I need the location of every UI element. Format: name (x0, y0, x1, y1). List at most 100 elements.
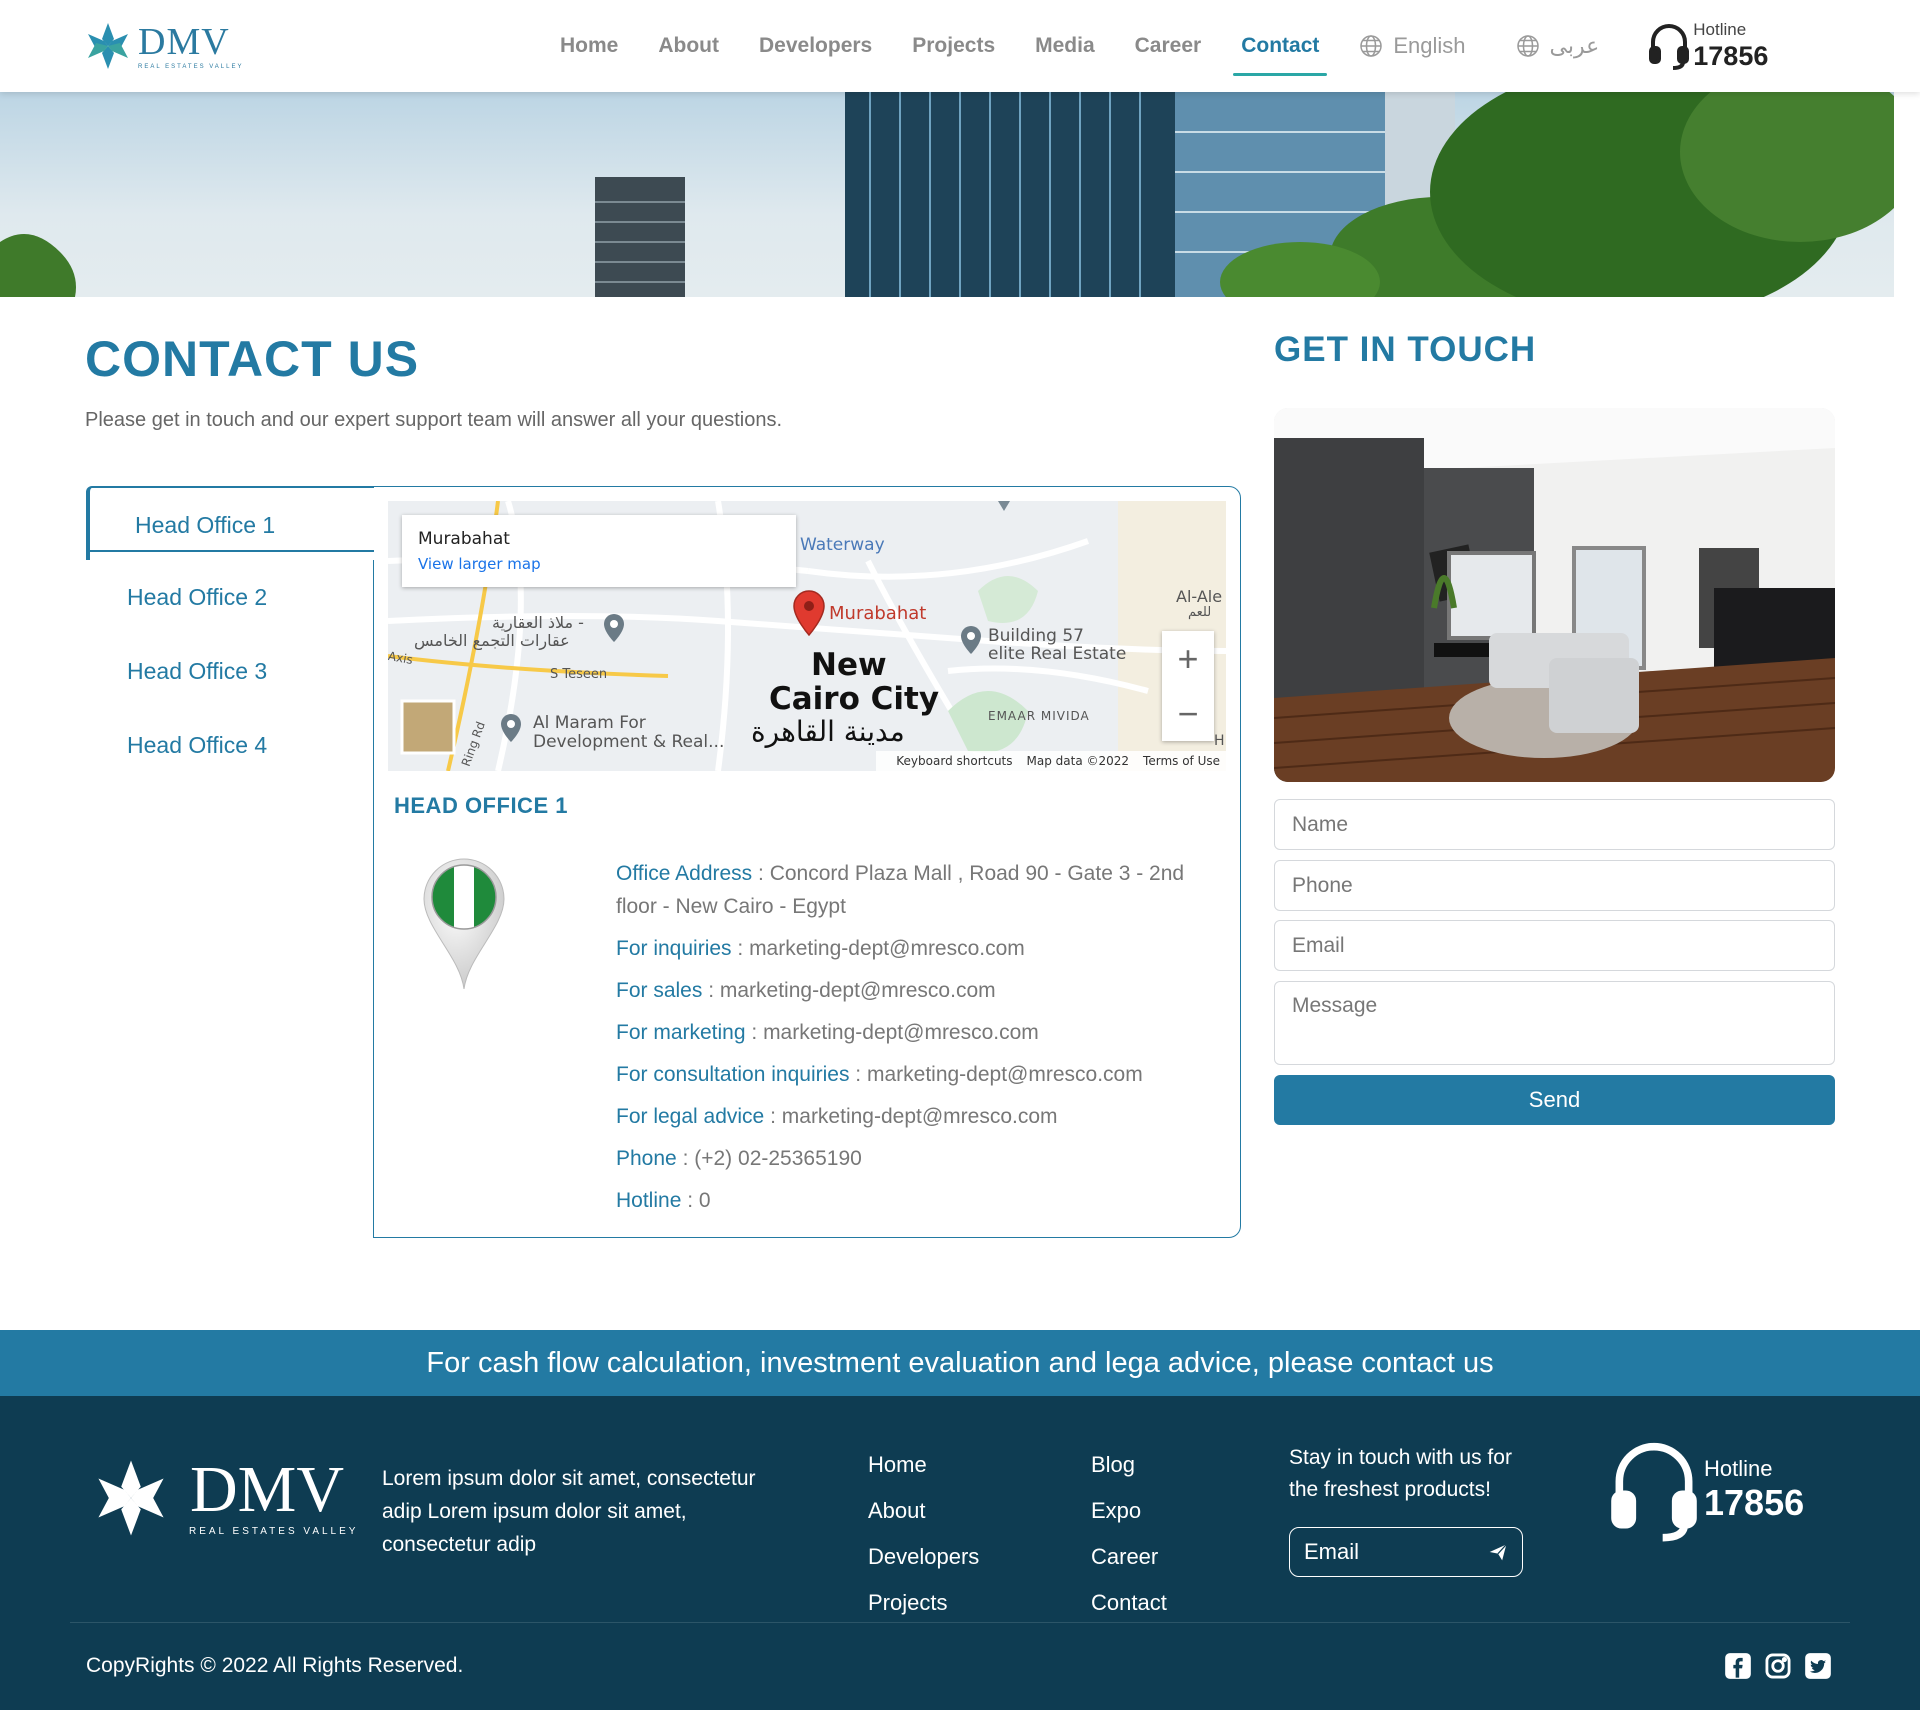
inquiries-row: For inquiries : marketing-dept@mresco.co… (616, 937, 1025, 960)
zoom-in-button[interactable]: + (1162, 631, 1214, 686)
keyboard-shortcuts-link[interactable]: Keyboard shortcuts (896, 754, 1012, 768)
logo-mark-icon (98, 1460, 164, 1536)
footer-link-about[interactable]: About (868, 1488, 979, 1534)
footer-link-projects[interactable]: Projects (868, 1580, 979, 1626)
instagram-icon[interactable] (1764, 1652, 1792, 1685)
nav-about[interactable]: About (658, 0, 719, 92)
hotline-row: Hotline : 0 (616, 1189, 711, 1212)
send-icon[interactable] (1488, 1542, 1508, 1562)
newsletter-email-placeholder: Email (1304, 1539, 1360, 1564)
headset-icon (1649, 24, 1690, 70)
office-title: HEAD OFFICE 1 (394, 793, 568, 818)
google-map[interactable]: Murabahat View larger map Waterway Murab… (388, 501, 1226, 771)
view-larger-map-link[interactable]: View larger map (418, 555, 780, 573)
marketing-row: For marketing : marketing-dept@mresco.co… (616, 1021, 1039, 1044)
nav-projects[interactable]: Projects (912, 0, 995, 92)
tab-head-office-1[interactable]: Head Office 1 (86, 486, 374, 560)
map-label-emaar: EMAAR MIVIDA (988, 709, 1090, 723)
map-card-title: Murabahat (418, 529, 510, 549)
footer-link-contact[interactable]: Contact (1091, 1580, 1167, 1626)
nav-media[interactable]: Media (1035, 0, 1095, 92)
detail-value[interactable]: (+2) 02-25365190 (694, 1147, 862, 1170)
footer-links-col-2: Blog Expo Career Contact (1091, 1442, 1167, 1626)
tab-head-office-2[interactable]: Head Office 2 (86, 560, 374, 634)
map-poi-icon[interactable] (603, 613, 625, 648)
detail-key: Phone (616, 1147, 677, 1170)
footer-link-home[interactable]: Home (868, 1442, 979, 1488)
footer-link-developers[interactable]: Developers (868, 1534, 979, 1580)
footer-link-blog[interactable]: Blog (1091, 1442, 1167, 1488)
office-address-row: Office Address : Concord Plaza Mall , Ro… (616, 862, 1185, 918)
footer-link-expo[interactable]: Expo (1091, 1488, 1167, 1534)
facebook-icon[interactable] (1724, 1652, 1752, 1685)
zoom-out-button[interactable]: − (1162, 686, 1214, 741)
nav-developers[interactable]: Developers (759, 0, 872, 92)
detail-key: Office Address (616, 862, 753, 885)
map-label-city-1: New (811, 647, 887, 683)
contact-subtitle: Please get in touch and our expert suppo… (85, 409, 783, 431)
tab-head-office-3[interactable]: Head Office 3 (86, 634, 374, 708)
site-footer: DMV REAL ESTATES VALLEY Lorem ipsum dolo… (0, 1396, 1920, 1710)
nav-home[interactable]: Home (560, 0, 618, 92)
footer-logo[interactable]: DMV REAL ESTATES VALLEY (86, 1453, 355, 1542)
name-input[interactable]: Name (1274, 799, 1835, 850)
map-label-almaram-2: Development & Real... (533, 732, 725, 752)
phone-input[interactable]: Phone (1274, 860, 1835, 911)
footer-logo-text: DMV (190, 1453, 345, 1526)
map-label-almaram-1: Al Maram For (533, 713, 646, 733)
detail-value[interactable]: marketing-dept@mresco.com (763, 1021, 1039, 1044)
email-input[interactable]: Email (1274, 920, 1835, 971)
detail-value[interactable]: 0 (699, 1189, 711, 1212)
map-label-malad-2: عقارات التجمع الخامس (414, 631, 570, 650)
logo-subtitle: REAL ESTATES VALLEY (138, 64, 244, 70)
headset-icon (1611, 1442, 1697, 1542)
newsletter-email-input[interactable]: Email (1289, 1527, 1523, 1577)
lang-arabic-label: عربى (1549, 33, 1600, 58)
detail-key: Hotline (616, 1189, 682, 1212)
header-hotline[interactable]: Hotline 17856 (1649, 20, 1768, 73)
map-label-building57-1: Building 57 (988, 626, 1084, 646)
map-poi-icon[interactable] (960, 625, 982, 660)
footer-link-career[interactable]: Career (1091, 1534, 1167, 1580)
globe-icon (1360, 35, 1383, 57)
map-footer: Keyboard shortcuts Map data ©2022 Terms … (876, 751, 1226, 771)
map-label-city-2: Cairo City (769, 681, 940, 717)
map-poi-icon[interactable] (500, 713, 522, 748)
footer-links-col-1: Home About Developers Projects (868, 1442, 979, 1626)
map-label-city-ar: مدينة القاهرة (751, 715, 905, 748)
terms-of-use-link[interactable]: Terms of Use (1143, 754, 1220, 768)
map-label-waterway: Waterway (800, 535, 885, 555)
send-button[interactable]: Send (1274, 1075, 1835, 1125)
site-header: DMV REAL ESTATES VALLEY Home About Devel… (0, 0, 1920, 92)
logo[interactable]: DMV REAL ESTATES VALLEY (84, 18, 241, 74)
sales-row: For sales : marketing-dept@mresco.com (616, 979, 996, 1002)
cta-banner: For cash flow calculation, investment ev… (0, 1330, 1920, 1396)
main-nav: Home About Developers Projects Media Car… (560, 0, 1768, 92)
detail-key: For inquiries (616, 937, 732, 960)
footer-hotline-label: Hotline (1704, 1456, 1773, 1481)
lang-arabic-button[interactable]: عربى (1516, 33, 1600, 59)
detail-value[interactable]: marketing-dept@mresco.com (720, 979, 996, 1002)
detail-value[interactable]: marketing-dept@mresco.com (749, 937, 1025, 960)
map-zoom-control: + − (1162, 631, 1214, 741)
message-textarea[interactable]: Message (1274, 981, 1835, 1065)
logo-text: DMV (138, 21, 230, 63)
map-marker-icon[interactable] (792, 589, 826, 642)
hero-banner-image (0, 92, 1894, 297)
tab-head-office-4[interactable]: Head Office 4 (86, 708, 374, 782)
nav-career[interactable]: Career (1135, 0, 1202, 92)
footer-hotline[interactable]: Hotline 17856 (1610, 1438, 1804, 1542)
detail-value[interactable]: marketing-dept@mresco.com (782, 1105, 1058, 1128)
map-pin-icon (422, 857, 506, 996)
footer-stay-text: Stay in touch with us for the freshest p… (1289, 1446, 1512, 1501)
footer-divider (70, 1622, 1850, 1623)
globe-icon (1516, 35, 1539, 57)
map-label-building57-2: elite Real Estate (988, 644, 1127, 664)
lang-english-button[interactable]: English (1359, 33, 1466, 59)
detail-key: For legal advice (616, 1105, 765, 1128)
hotline-label: Hotline (1693, 19, 1747, 39)
nav-contact[interactable]: Contact (1233, 0, 1328, 92)
detail-value[interactable]: marketing-dept@mresco.com (867, 1063, 1143, 1086)
twitter-icon[interactable] (1804, 1652, 1832, 1685)
logo-mark-icon (88, 23, 128, 69)
